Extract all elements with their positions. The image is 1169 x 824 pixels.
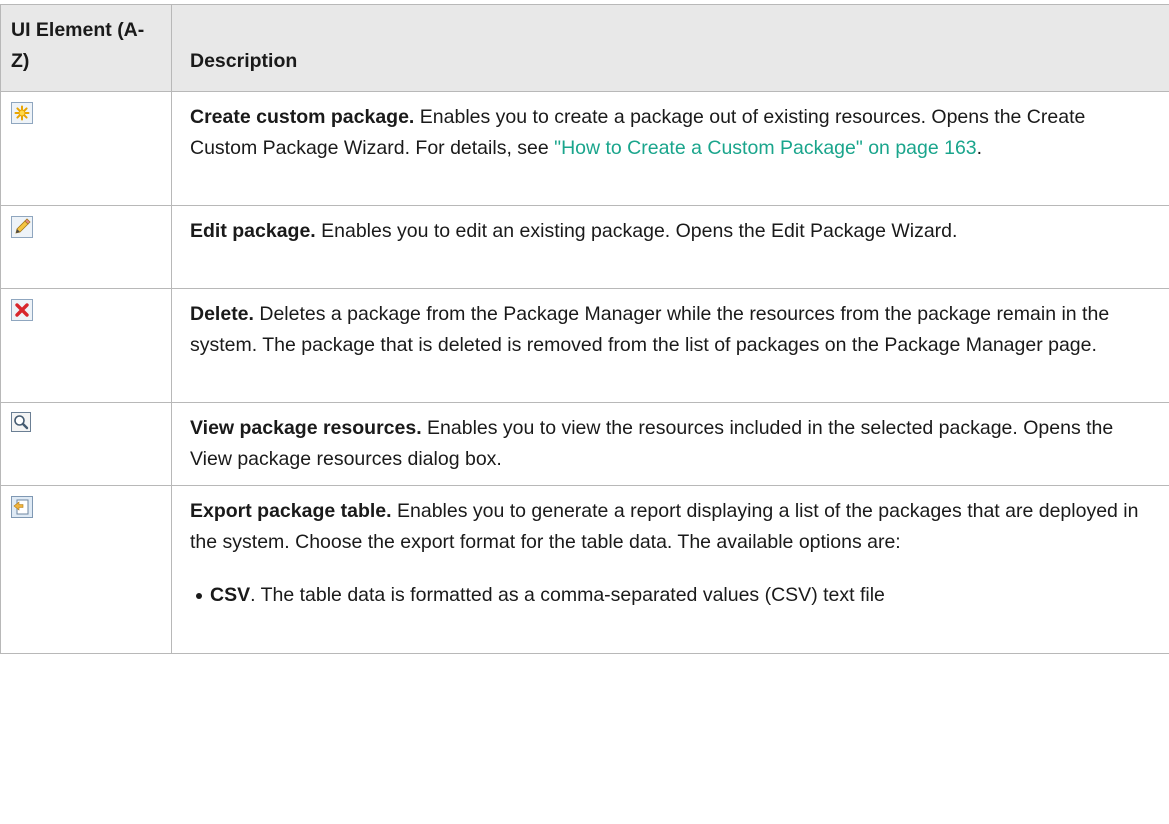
description-cell: View package resources. Enables you to v…	[171, 402, 1169, 486]
term: Edit package.	[190, 220, 316, 242]
description-text: .	[976, 137, 983, 159]
term: Delete.	[190, 303, 254, 325]
icon-cell	[0, 205, 172, 289]
icon-cell	[0, 402, 172, 486]
how-to-create-custom-package-link[interactable]: "How to Create a Custom Package" on page…	[554, 137, 977, 159]
export-table-icon	[11, 496, 33, 518]
term: Create custom package.	[190, 106, 415, 128]
description-cell: Edit package. Enables you to edit an exi…	[171, 205, 1169, 289]
table-row: Export package table. Enables you to gen…	[0, 485, 1169, 654]
edit-package-icon	[11, 216, 33, 238]
view-resources-icon	[11, 412, 31, 432]
term: Export package table.	[190, 500, 392, 522]
table-header-row: UI Element (A-Z) Description	[0, 4, 1169, 92]
icon-cell	[0, 91, 172, 206]
option-term: CSV	[210, 584, 251, 606]
ui-element-column-header: UI Element (A-Z)	[0, 4, 172, 92]
description-column-header: Description	[171, 4, 1169, 92]
description-cell: Delete. Deletes a package from the Packa…	[171, 288, 1169, 403]
create-custom-package-icon	[11, 102, 33, 124]
table-row: Delete. Deletes a package from the Packa…	[0, 288, 1169, 403]
description-text: Deletes a package from the Package Manag…	[190, 303, 1110, 356]
icon-cell	[0, 288, 172, 403]
ui-elements-table: UI Element (A-Z) Description Create cust…	[0, 4, 1169, 654]
option-text: . The table data is formatted as a comma…	[250, 584, 885, 606]
table-row: View package resources. Enables you to v…	[0, 402, 1169, 486]
description-cell: Create custom package. Enables you to cr…	[171, 91, 1169, 206]
table-row: Edit package. Enables you to edit an exi…	[0, 205, 1169, 289]
delete-icon	[11, 299, 33, 321]
description-text: Enables you to edit an existing package.…	[315, 220, 958, 242]
icon-cell	[0, 485, 172, 654]
export-options-list: CSV. The table data is formatted as a co…	[190, 580, 1143, 611]
list-item: CSV. The table data is formatted as a co…	[196, 580, 1143, 611]
description-cell: Export package table. Enables you to gen…	[171, 485, 1169, 654]
term: View package resources.	[190, 417, 422, 439]
table-row: Create custom package. Enables you to cr…	[0, 91, 1169, 206]
